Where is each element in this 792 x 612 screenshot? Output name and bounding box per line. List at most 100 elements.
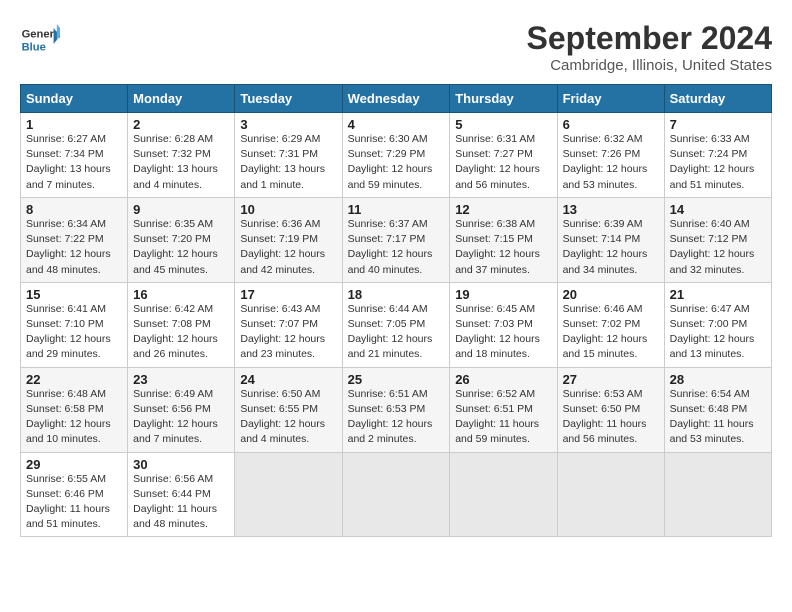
page-subtitle: Cambridge, Illinois, United States bbox=[527, 57, 772, 74]
svg-text:Blue: Blue bbox=[22, 41, 46, 53]
calendar-cell: 16 Sunrise: 6:42 AMSunset: 7:08 PMDaylig… bbox=[128, 282, 235, 367]
day-info: Sunrise: 6:46 AMSunset: 7:02 PMDaylight:… bbox=[563, 303, 648, 361]
calendar-cell: 21 Sunrise: 6:47 AMSunset: 7:00 PMDaylig… bbox=[664, 282, 771, 367]
calendar-week-row: 22 Sunrise: 6:48 AMSunset: 6:58 PMDaylig… bbox=[21, 367, 772, 452]
day-header-saturday: Saturday bbox=[664, 85, 771, 113]
day-header-friday: Friday bbox=[557, 85, 664, 113]
day-number: 20 bbox=[563, 287, 659, 302]
day-header-monday: Monday bbox=[128, 85, 235, 113]
logo: General Blue bbox=[20, 20, 60, 60]
calendar-header-row: SundayMondayTuesdayWednesdayThursdayFrid… bbox=[21, 85, 772, 113]
calendar-cell: 17 Sunrise: 6:43 AMSunset: 7:07 PMDaylig… bbox=[235, 282, 342, 367]
calendar-cell: 10 Sunrise: 6:36 AMSunset: 7:19 PMDaylig… bbox=[235, 197, 342, 282]
day-number: 13 bbox=[563, 202, 659, 217]
page-header: General Blue September 2024 Cambridge, I… bbox=[20, 20, 772, 74]
calendar-week-row: 29 Sunrise: 6:55 AMSunset: 6:46 PMDaylig… bbox=[21, 452, 772, 537]
day-number: 26 bbox=[455, 372, 551, 387]
day-number: 23 bbox=[133, 372, 229, 387]
day-info: Sunrise: 6:36 AMSunset: 7:19 PMDaylight:… bbox=[240, 218, 325, 276]
day-info: Sunrise: 6:45 AMSunset: 7:03 PMDaylight:… bbox=[455, 303, 540, 361]
calendar-cell: 18 Sunrise: 6:44 AMSunset: 7:05 PMDaylig… bbox=[342, 282, 450, 367]
calendar-week-row: 1 Sunrise: 6:27 AMSunset: 7:34 PMDayligh… bbox=[21, 113, 772, 198]
day-number: 5 bbox=[455, 117, 551, 132]
day-info: Sunrise: 6:31 AMSunset: 7:27 PMDaylight:… bbox=[455, 133, 540, 191]
calendar-cell: 2 Sunrise: 6:28 AMSunset: 7:32 PMDayligh… bbox=[128, 113, 235, 198]
calendar-cell: 26 Sunrise: 6:52 AMSunset: 6:51 PMDaylig… bbox=[450, 367, 557, 452]
day-info: Sunrise: 6:29 AMSunset: 7:31 PMDaylight:… bbox=[240, 133, 325, 191]
day-number: 28 bbox=[670, 372, 766, 387]
day-number: 14 bbox=[670, 202, 766, 217]
day-info: Sunrise: 6:55 AMSunset: 6:46 PMDaylight:… bbox=[26, 473, 110, 531]
day-info: Sunrise: 6:42 AMSunset: 7:08 PMDaylight:… bbox=[133, 303, 218, 361]
day-number: 3 bbox=[240, 117, 336, 132]
day-info: Sunrise: 6:43 AMSunset: 7:07 PMDaylight:… bbox=[240, 303, 325, 361]
calendar-cell: 4 Sunrise: 6:30 AMSunset: 7:29 PMDayligh… bbox=[342, 113, 450, 198]
day-number: 6 bbox=[563, 117, 659, 132]
day-number: 4 bbox=[348, 117, 445, 132]
calendar-cell: 20 Sunrise: 6:46 AMSunset: 7:02 PMDaylig… bbox=[557, 282, 664, 367]
day-info: Sunrise: 6:41 AMSunset: 7:10 PMDaylight:… bbox=[26, 303, 111, 361]
calendar-cell: 24 Sunrise: 6:50 AMSunset: 6:55 PMDaylig… bbox=[235, 367, 342, 452]
day-number: 11 bbox=[348, 202, 445, 217]
day-info: Sunrise: 6:39 AMSunset: 7:14 PMDaylight:… bbox=[563, 218, 648, 276]
calendar-cell: 29 Sunrise: 6:55 AMSunset: 6:46 PMDaylig… bbox=[21, 452, 128, 537]
day-info: Sunrise: 6:51 AMSunset: 6:53 PMDaylight:… bbox=[348, 388, 433, 446]
day-info: Sunrise: 6:53 AMSunset: 6:50 PMDaylight:… bbox=[563, 388, 647, 446]
day-number: 1 bbox=[26, 117, 122, 132]
day-info: Sunrise: 6:27 AMSunset: 7:34 PMDaylight:… bbox=[26, 133, 111, 191]
calendar-cell: 27 Sunrise: 6:53 AMSunset: 6:50 PMDaylig… bbox=[557, 367, 664, 452]
day-number: 19 bbox=[455, 287, 551, 302]
day-number: 17 bbox=[240, 287, 336, 302]
calendar-cell: 5 Sunrise: 6:31 AMSunset: 7:27 PMDayligh… bbox=[450, 113, 557, 198]
day-header-thursday: Thursday bbox=[450, 85, 557, 113]
day-info: Sunrise: 6:56 AMSunset: 6:44 PMDaylight:… bbox=[133, 473, 217, 531]
day-header-sunday: Sunday bbox=[21, 85, 128, 113]
calendar-cell: 8 Sunrise: 6:34 AMSunset: 7:22 PMDayligh… bbox=[21, 197, 128, 282]
page-title: September 2024 bbox=[527, 20, 772, 57]
day-info: Sunrise: 6:32 AMSunset: 7:26 PMDaylight:… bbox=[563, 133, 648, 191]
day-number: 16 bbox=[133, 287, 229, 302]
day-info: Sunrise: 6:49 AMSunset: 6:56 PMDaylight:… bbox=[133, 388, 218, 446]
day-number: 12 bbox=[455, 202, 551, 217]
calendar-cell: 7 Sunrise: 6:33 AMSunset: 7:24 PMDayligh… bbox=[664, 113, 771, 198]
day-number: 7 bbox=[670, 117, 766, 132]
calendar-cell: 19 Sunrise: 6:45 AMSunset: 7:03 PMDaylig… bbox=[450, 282, 557, 367]
title-area: September 2024 Cambridge, Illinois, Unit… bbox=[527, 20, 772, 74]
calendar-cell: 15 Sunrise: 6:41 AMSunset: 7:10 PMDaylig… bbox=[21, 282, 128, 367]
day-number: 29 bbox=[26, 457, 122, 472]
day-info: Sunrise: 6:54 AMSunset: 6:48 PMDaylight:… bbox=[670, 388, 754, 446]
calendar-cell: 11 Sunrise: 6:37 AMSunset: 7:17 PMDaylig… bbox=[342, 197, 450, 282]
calendar-cell: 1 Sunrise: 6:27 AMSunset: 7:34 PMDayligh… bbox=[21, 113, 128, 198]
calendar-cell: 13 Sunrise: 6:39 AMSunset: 7:14 PMDaylig… bbox=[557, 197, 664, 282]
day-info: Sunrise: 6:33 AMSunset: 7:24 PMDaylight:… bbox=[670, 133, 755, 191]
calendar-cell: 14 Sunrise: 6:40 AMSunset: 7:12 PMDaylig… bbox=[664, 197, 771, 282]
day-number: 10 bbox=[240, 202, 336, 217]
day-number: 18 bbox=[348, 287, 445, 302]
day-info: Sunrise: 6:44 AMSunset: 7:05 PMDaylight:… bbox=[348, 303, 433, 361]
calendar-cell bbox=[235, 452, 342, 537]
calendar-cell bbox=[450, 452, 557, 537]
day-info: Sunrise: 6:40 AMSunset: 7:12 PMDaylight:… bbox=[670, 218, 755, 276]
day-info: Sunrise: 6:28 AMSunset: 7:32 PMDaylight:… bbox=[133, 133, 218, 191]
day-number: 8 bbox=[26, 202, 122, 217]
day-info: Sunrise: 6:47 AMSunset: 7:00 PMDaylight:… bbox=[670, 303, 755, 361]
calendar-cell: 22 Sunrise: 6:48 AMSunset: 6:58 PMDaylig… bbox=[21, 367, 128, 452]
calendar-cell: 9 Sunrise: 6:35 AMSunset: 7:20 PMDayligh… bbox=[128, 197, 235, 282]
day-info: Sunrise: 6:38 AMSunset: 7:15 PMDaylight:… bbox=[455, 218, 540, 276]
day-number: 30 bbox=[133, 457, 229, 472]
calendar-cell bbox=[664, 452, 771, 537]
calendar-cell: 12 Sunrise: 6:38 AMSunset: 7:15 PMDaylig… bbox=[450, 197, 557, 282]
calendar-cell: 3 Sunrise: 6:29 AMSunset: 7:31 PMDayligh… bbox=[235, 113, 342, 198]
day-number: 2 bbox=[133, 117, 229, 132]
day-info: Sunrise: 6:37 AMSunset: 7:17 PMDaylight:… bbox=[348, 218, 433, 276]
calendar-week-row: 8 Sunrise: 6:34 AMSunset: 7:22 PMDayligh… bbox=[21, 197, 772, 282]
day-info: Sunrise: 6:34 AMSunset: 7:22 PMDaylight:… bbox=[26, 218, 111, 276]
day-number: 9 bbox=[133, 202, 229, 217]
calendar-week-row: 15 Sunrise: 6:41 AMSunset: 7:10 PMDaylig… bbox=[21, 282, 772, 367]
day-number: 27 bbox=[563, 372, 659, 387]
day-number: 22 bbox=[26, 372, 122, 387]
day-number: 24 bbox=[240, 372, 336, 387]
day-info: Sunrise: 6:48 AMSunset: 6:58 PMDaylight:… bbox=[26, 388, 111, 446]
calendar-cell: 6 Sunrise: 6:32 AMSunset: 7:26 PMDayligh… bbox=[557, 113, 664, 198]
calendar-cell bbox=[557, 452, 664, 537]
